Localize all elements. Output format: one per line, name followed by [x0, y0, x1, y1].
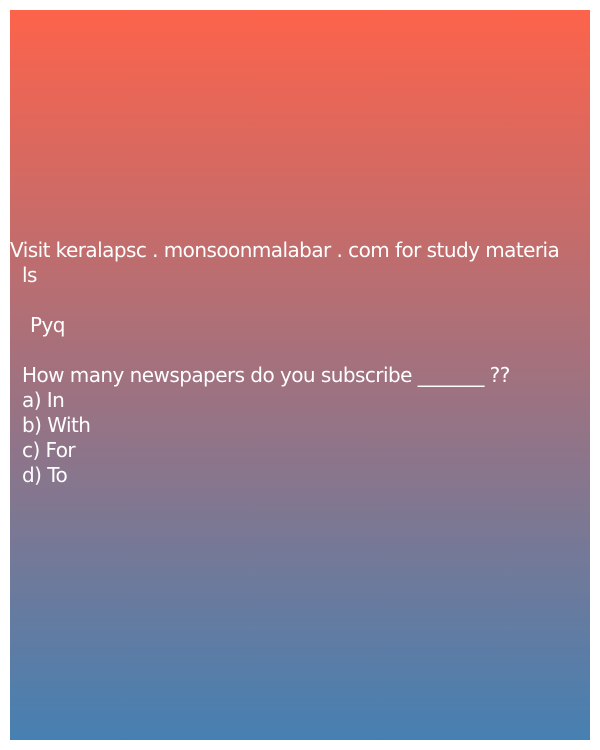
- visit-line-1: Visit keralapsc . monsoonmalabar . com f…: [10, 238, 560, 262]
- visit-line-2: ls: [22, 263, 37, 287]
- option-b: b) With: [22, 413, 91, 437]
- quiz-card: Visit keralapsc . monsoonmalabar . com f…: [10, 10, 590, 740]
- question-text: How many newspapers do you subscribe ___…: [22, 363, 510, 387]
- option-c: c) For: [22, 438, 76, 462]
- pyq-tag: Pyq: [30, 313, 66, 337]
- option-a: a) In: [22, 388, 65, 412]
- quiz-text-block: Visit keralapsc . monsoonmalabar . com f…: [10, 238, 590, 488]
- option-d: d) To: [22, 463, 68, 487]
